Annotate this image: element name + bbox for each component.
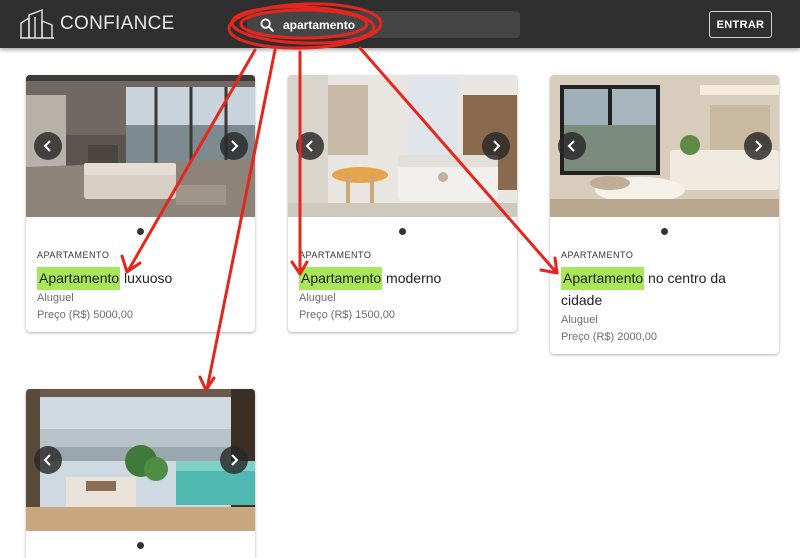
listing-mode: Aluguel xyxy=(561,314,598,326)
chevron-left-icon xyxy=(43,454,51,466)
listing-price: Preço (R$) 2000,00 xyxy=(561,331,657,343)
carousel-dot[interactable] xyxy=(137,541,144,549)
chevron-right-icon xyxy=(493,140,501,152)
brand-logo[interactable]: CONFIANCE xyxy=(20,9,175,39)
property-title-rest: luxuoso xyxy=(120,270,173,286)
search-highlight: Apartamento xyxy=(37,267,121,290)
carousel-next-button[interactable] xyxy=(220,446,248,474)
building-logo-icon xyxy=(20,9,54,39)
chevron-left-icon xyxy=(43,140,51,152)
property-card[interactable] xyxy=(26,389,255,558)
property-image-carousel[interactable] xyxy=(26,389,255,531)
search-highlight: Apartamento xyxy=(299,267,383,290)
chevron-left-icon xyxy=(305,140,313,152)
carousel-prev-button[interactable] xyxy=(34,446,62,474)
carousel-indicators xyxy=(26,217,255,245)
carousel-prev-button[interactable] xyxy=(558,132,586,160)
brand-name: CONFIANCE xyxy=(60,13,175,34)
property-image-carousel[interactable] xyxy=(550,75,779,217)
listing-price: Preço (R$) 1500,00 xyxy=(299,309,395,321)
carousel-prev-button[interactable] xyxy=(34,132,62,160)
listing-mode: Aluguel xyxy=(37,292,74,304)
chevron-right-icon xyxy=(231,140,239,152)
search-highlight: Apartamento xyxy=(561,267,645,290)
carousel-indicators xyxy=(550,217,779,245)
carousel-next-button[interactable] xyxy=(744,132,772,160)
carousel-next-button[interactable] xyxy=(482,132,510,160)
carousel-prev-button[interactable] xyxy=(296,132,324,160)
top-app-bar: CONFIANCE ENTRAR xyxy=(0,0,800,48)
search-icon xyxy=(260,18,274,32)
property-title-rest: moderno xyxy=(382,270,442,286)
carousel-dot[interactable] xyxy=(661,227,668,235)
listing-mode: Aluguel xyxy=(299,292,336,304)
chevron-right-icon xyxy=(755,140,763,152)
carousel-next-button[interactable] xyxy=(220,132,248,160)
property-title[interactable]: Apartamento moderno xyxy=(299,267,506,290)
search-bar[interactable] xyxy=(247,11,520,38)
property-card[interactable]: APARTAMENTO Apartamento luxuoso Aluguel … xyxy=(26,75,255,332)
property-type-label: APARTAMENTO xyxy=(561,250,634,260)
property-image-carousel[interactable] xyxy=(26,75,255,217)
listing-price: Preço (R$) 5000,00 xyxy=(37,309,133,321)
carousel-dot[interactable] xyxy=(137,227,144,235)
carousel-indicators xyxy=(26,531,255,558)
chevron-right-icon xyxy=(231,454,239,466)
carousel-dot[interactable] xyxy=(399,227,406,235)
property-type-label: APARTAMENTO xyxy=(299,250,372,260)
property-type-label: APARTAMENTO xyxy=(37,250,110,260)
login-button[interactable]: ENTRAR xyxy=(709,11,772,38)
search-input[interactable] xyxy=(283,17,503,32)
property-image-carousel[interactable] xyxy=(288,75,517,217)
chevron-left-icon xyxy=(567,140,575,152)
carousel-indicators xyxy=(288,217,517,245)
property-title[interactable]: Apartamento no centro da cidade xyxy=(561,267,768,311)
property-title[interactable]: Apartamento luxuoso xyxy=(37,267,244,290)
property-card[interactable]: APARTAMENTO Apartamento no centro da cid… xyxy=(550,75,779,354)
property-card[interactable]: APARTAMENTO Apartamento moderno Aluguel … xyxy=(288,75,517,332)
